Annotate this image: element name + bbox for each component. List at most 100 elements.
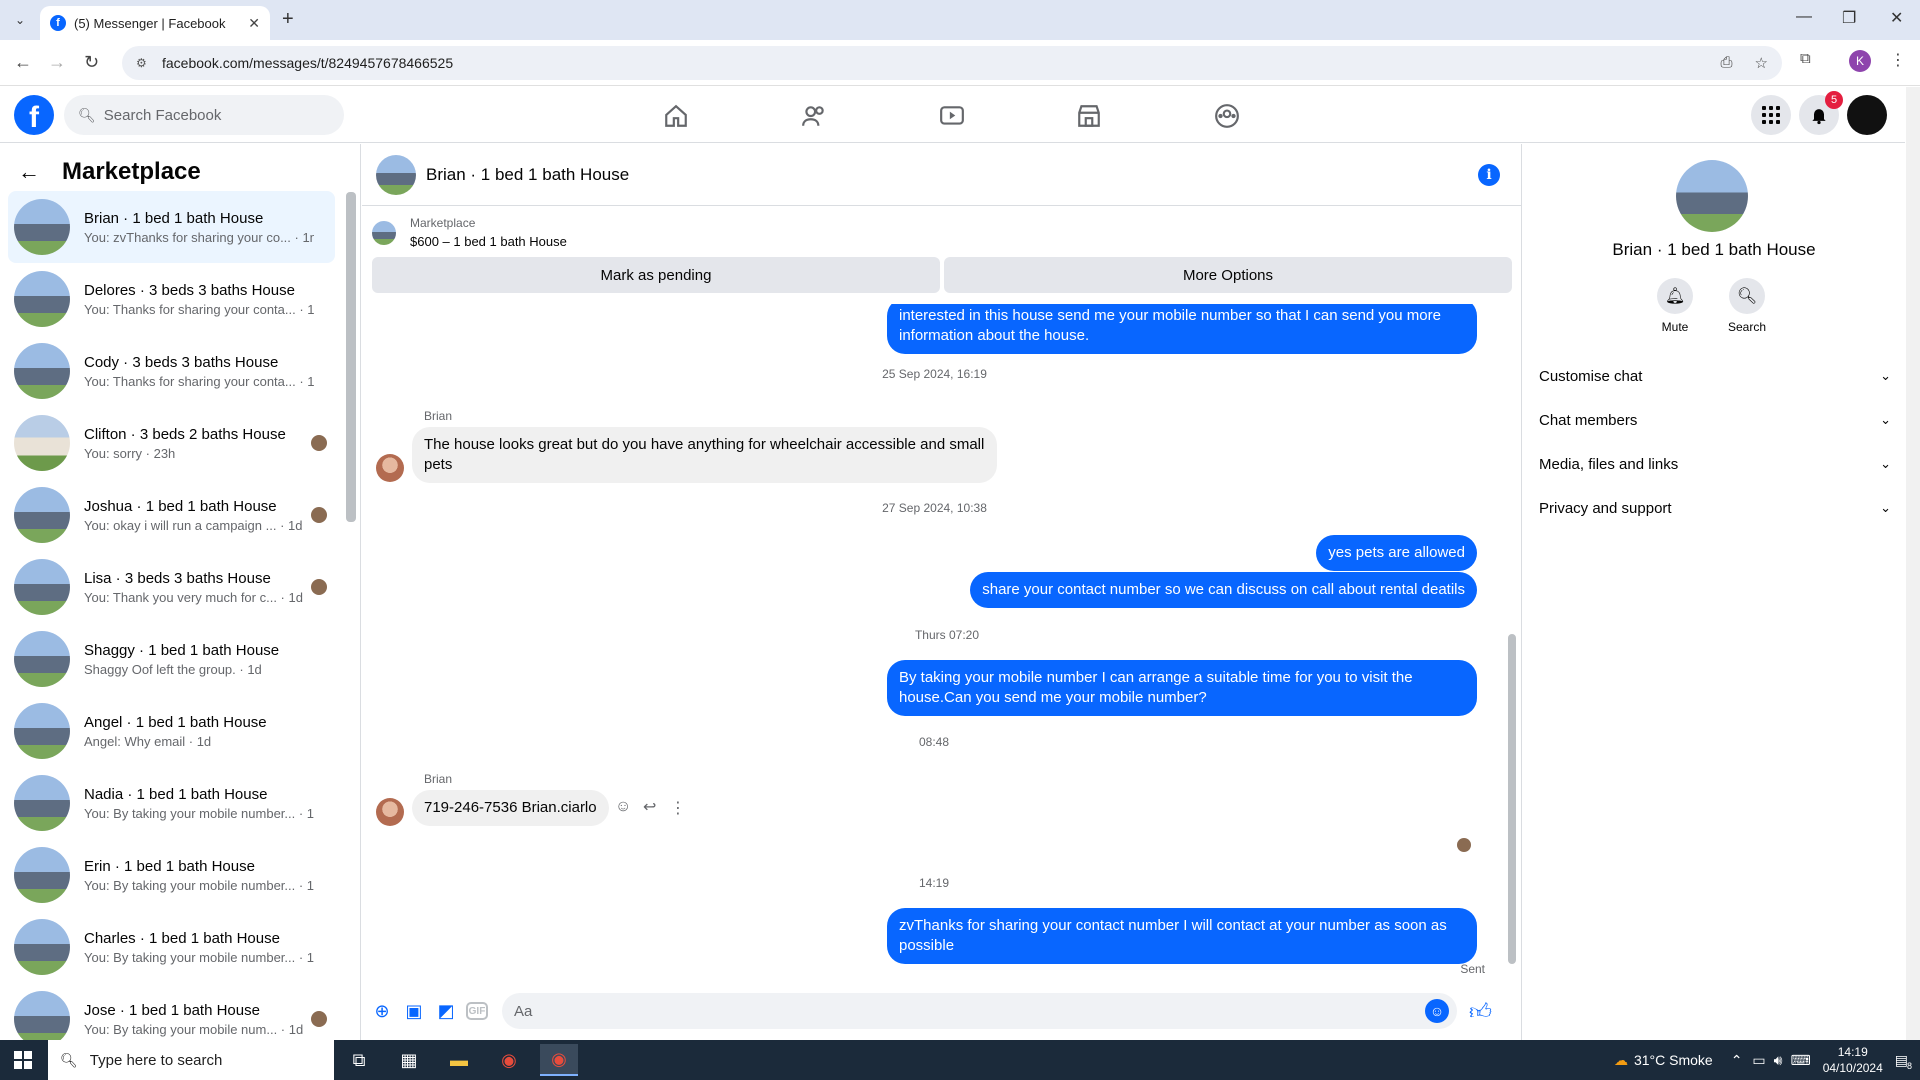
home-icon[interactable]	[661, 101, 691, 131]
volume-icon[interactable]: 🔊︎	[1774, 1052, 1783, 1069]
notifications-bell-icon[interactable]: 5	[1799, 91, 1843, 135]
sticker-icon[interactable]: ◩	[434, 999, 458, 1023]
media-files-links-section[interactable]: Media, files and links ⌄	[1539, 442, 1891, 486]
address-bar[interactable]: ⚙ facebook.com/messages/t/82494576784665…	[122, 46, 1782, 80]
notification-center-icon[interactable]: ▤ 8	[1895, 1052, 1912, 1071]
task-view-icon[interactable]: ⧉	[340, 1044, 378, 1076]
video-icon[interactable]	[937, 101, 967, 131]
minimize-icon[interactable]: —	[1796, 8, 1812, 26]
info-icon[interactable]: i	[1478, 164, 1500, 186]
groups-icon[interactable]	[1212, 101, 1242, 131]
mute-button[interactable]: 🔔︎ Mute	[1645, 278, 1705, 334]
conversation-item[interactable]: Delores · 3 beds 3 baths House You: Thank…	[8, 263, 335, 335]
read-receipt-avatar	[311, 1011, 327, 1027]
network-icon[interactable]: ▭	[1752, 1052, 1765, 1069]
browser-menu-icon[interactable]: ⋮	[1890, 50, 1906, 70]
conversation-item[interactable]: Lisa · 3 beds 3 baths House You: Thank yo…	[8, 551, 335, 623]
reload-icon[interactable]: ↻	[84, 52, 99, 73]
sender-name: Brian	[424, 772, 453, 786]
conversation-avatar	[14, 775, 70, 831]
search-chat-button[interactable]: 🔍︎ Search	[1717, 278, 1777, 334]
message-input[interactable]: Aa ☺	[502, 993, 1457, 1029]
outgoing-message[interactable]: By taking your mobile number I can arran…	[887, 660, 1477, 716]
conversation-item[interactable]: Joshua · 1 bed 1 bath House You: okay i w…	[8, 479, 335, 551]
conversation-item[interactable]: Erin · 1 bed 1 bath House You: By taking …	[8, 839, 335, 911]
conversation-item[interactable]: Nadia · 1 bed 1 bath House You: By taking…	[8, 767, 335, 839]
sender-avatar[interactable]	[376, 798, 404, 826]
extensions-icon[interactable]: ⧉	[1800, 50, 1811, 67]
chat-title[interactable]: Brian · 1 bed 1 bath House	[426, 165, 629, 185]
keyboard-icon[interactable]: ⌨	[1790, 1052, 1810, 1069]
new-tab-icon[interactable]: +	[282, 8, 294, 31]
browser-profile-avatar[interactable]: K	[1849, 50, 1871, 72]
restore-icon[interactable]: ❐	[1842, 8, 1856, 28]
window-close-icon[interactable]: ✕	[1890, 8, 1903, 28]
friends-icon[interactable]	[799, 101, 829, 131]
gif-icon[interactable]: GIF	[466, 1002, 488, 1020]
chat-members-section[interactable]: Chat members ⌄	[1539, 398, 1891, 442]
conversation-item[interactable]: Cody · 3 beds 3 baths House You: Thanks f…	[8, 335, 335, 407]
chat-scrollbar-thumb[interactable]	[1508, 634, 1516, 964]
react-emoji-icon[interactable]: ☺	[615, 798, 631, 816]
outgoing-message[interactable]: yes pets are allowed	[1316, 535, 1477, 571]
privacy-support-section[interactable]: Privacy and support ⌄	[1539, 486, 1891, 530]
tab-search-icon[interactable]: ⌄	[8, 8, 32, 32]
conversation-item[interactable]: Jose · 1 bed 1 bath House You: By taking …	[8, 983, 335, 1040]
sidebar-scrollbar[interactable]	[346, 192, 356, 522]
contact-avatar[interactable]	[1676, 160, 1748, 232]
clock[interactable]: 14:19 04/10/2024	[1823, 1044, 1883, 1076]
incoming-message[interactable]: The house looks great but do you have an…	[412, 427, 997, 483]
conversation-item[interactable]: Charles · 1 bed 1 bath House You: By taki…	[8, 911, 335, 983]
page-scrollbar[interactable]	[1906, 87, 1920, 1040]
facebook-logo[interactable]: f	[14, 95, 54, 135]
outgoing-message[interactable]: share your contact number so we can disc…	[970, 572, 1477, 608]
listing-thumbnail[interactable]	[372, 220, 396, 245]
mark-as-pending-button[interactable]: Mark as pending	[372, 257, 940, 293]
store-icon[interactable]: ▦	[390, 1044, 428, 1076]
chrome-profile-icon[interactable]: ◉	[540, 1044, 578, 1076]
conversation-item[interactable]: Shaggy · 1 bed 1 bath House Shaggy Oof le…	[8, 623, 335, 695]
back-arrow-icon[interactable]: ←	[18, 159, 40, 185]
file-explorer-icon[interactable]: ▬	[440, 1044, 478, 1076]
attach-photo-icon[interactable]: ▣	[402, 999, 426, 1023]
facebook-header: f 🔍︎ Search Facebook 5	[0, 87, 1905, 143]
windows-taskbar: 🔍︎ Type here to search ⧉ ▦ ▬ ◉ ◉ ☁ 31°C …	[0, 1040, 1920, 1080]
install-app-icon[interactable]: ⎙	[1721, 54, 1733, 72]
weather-text[interactable]: 31°C Smoke	[1634, 1052, 1713, 1068]
more-attachments-icon[interactable]: ⊕	[370, 999, 394, 1023]
listing-title[interactable]: $600 – 1 bed 1 bath House	[410, 234, 567, 249]
conversation-item[interactable]: Angel · 1 bed 1 bath House Angel: Why ema…	[8, 695, 335, 767]
thumbs-up-icon[interactable]: 👍︎	[1469, 998, 1492, 1025]
chat-header: Brian · 1 bed 1 bath House i	[362, 144, 1522, 206]
tab-close-icon[interactable]: ✕	[248, 15, 260, 32]
chat-avatar[interactable]	[376, 154, 416, 195]
chrome-icon[interactable]: ◉	[490, 1044, 528, 1076]
customise-chat-section[interactable]: Customise chat ⌄	[1539, 354, 1891, 398]
bookmark-star-icon[interactable]: ☆	[1755, 54, 1768, 72]
account-avatar[interactable]	[1847, 95, 1887, 135]
facebook-search-input[interactable]: 🔍︎ Search Facebook	[64, 95, 344, 135]
chevron-up-icon[interactable]: ⌃	[1731, 1052, 1743, 1069]
incoming-message[interactable]: 719-246-7536 Brian.ciarlo	[412, 790, 609, 826]
forward-icon[interactable]: →	[48, 52, 66, 73]
marketplace-icon[interactable]	[1074, 101, 1104, 131]
section-label: Privacy and support	[1539, 499, 1672, 517]
outgoing-message[interactable]: interested in this house send me your mo…	[887, 304, 1477, 354]
read-receipt-avatar	[311, 579, 327, 595]
chat-scrollbar[interactable]	[1507, 304, 1517, 979]
site-info-icon[interactable]: ⚙	[136, 56, 152, 70]
sender-avatar[interactable]	[376, 454, 404, 482]
taskbar-search-input[interactable]: 🔍︎ Type here to search	[48, 1040, 334, 1080]
conversation-item[interactable]: Brian · 1 bed 1 bath House You: zvThanks …	[8, 191, 335, 263]
more-options-button[interactable]: More Options	[944, 257, 1512, 293]
more-actions-icon[interactable]: ⋮	[670, 798, 686, 818]
menu-grid-icon[interactable]	[1751, 95, 1791, 135]
outgoing-message[interactable]: zvThanks for sharing your contact number…	[887, 908, 1477, 964]
back-icon[interactable]: ←	[14, 52, 32, 73]
conversation-item[interactable]: Clifton · 3 beds 2 baths House You: sorry…	[8, 407, 335, 479]
reply-icon[interactable]: ↩	[643, 797, 656, 817]
windows-start-icon[interactable]	[14, 1051, 32, 1069]
weather-icon[interactable]: ☁	[1614, 1052, 1628, 1069]
emoji-icon[interactable]: ☺	[1425, 999, 1449, 1023]
browser-tab[interactable]: f (5) Messenger | Facebook ✕	[40, 6, 270, 40]
